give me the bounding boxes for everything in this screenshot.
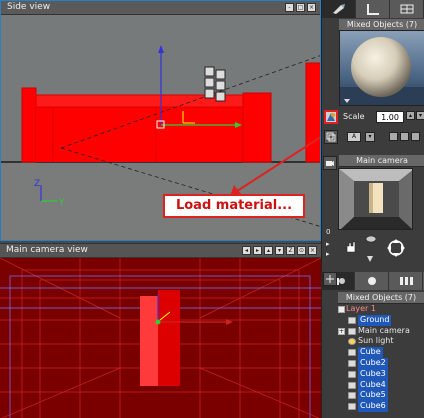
- camera-view-scene: [0, 258, 321, 418]
- tree-item-label: Cube3: [358, 368, 388, 380]
- tree-row-cube4[interactable]: Cube4: [338, 379, 424, 391]
- axis-z-label: Z: [34, 179, 40, 189]
- orbit-navigation-icon[interactable]: [386, 238, 406, 258]
- camera-header: Main camera: [339, 155, 424, 167]
- brush-icon: [332, 4, 345, 14]
- cube-icon: [348, 403, 356, 411]
- tree-item-label: Cube: [358, 347, 383, 358]
- red-scene-objects[interactable]: [21, 62, 320, 163]
- tree-item-label: Cube4: [358, 379, 388, 391]
- tree-row-layer-1[interactable]: Layer 1: [338, 304, 424, 315]
- cube-icon: [348, 392, 356, 400]
- camera-zoom-button[interactable]: Z: [286, 246, 295, 255]
- tab-rendering[interactable]: [390, 0, 424, 18]
- tree-row-cube5[interactable]: Cube5: [338, 390, 424, 402]
- tree-row-cube3[interactable]: Cube3: [338, 368, 424, 380]
- tree-row-sun-light[interactable]: Sun light: [338, 336, 424, 347]
- tree-expander[interactable]: [338, 306, 345, 313]
- grid-icon: [400, 4, 413, 14]
- scale-stepper-down[interactable]: ▾: [416, 111, 424, 120]
- tab-lights[interactable]: [355, 272, 389, 290]
- side-view-title: Side view: [7, 2, 51, 12]
- sun-icon: [348, 338, 356, 346]
- camera-view-canvas[interactable]: [0, 258, 321, 418]
- nav-step-icon[interactable]: ▸: [326, 240, 330, 248]
- filter-icon: [399, 277, 413, 285]
- camera-pan-right-button[interactable]: ▸: [253, 246, 262, 255]
- tree-item-label: Cube6: [358, 401, 388, 412]
- zoom-lens-icon[interactable]: [365, 233, 377, 245]
- nav-step-down-icon[interactable]: ▸: [326, 250, 330, 258]
- viewport-minimize-button[interactable]: -: [285, 3, 294, 12]
- tree-item-label: Main camera: [358, 325, 410, 335]
- load-material-icon: [326, 112, 336, 122]
- camera-pan-down-button[interactable]: ▾: [275, 246, 284, 255]
- load-material-callout: Load material...: [163, 194, 305, 218]
- tree-item-label: Layer 1: [346, 304, 376, 313]
- camera-view-title: Main camera view: [6, 245, 88, 255]
- light-icon: [367, 277, 376, 285]
- tree-row-cube[interactable]: Cube: [338, 347, 424, 358]
- material-preview[interactable]: [339, 30, 424, 106]
- camera-preview-scene: [339, 169, 412, 229]
- add-icon: [326, 275, 334, 283]
- camera-navigation: 0 ▸ ▸: [326, 228, 423, 272]
- side-view-titlebar: Side view - □ ×: [1, 1, 320, 15]
- tree-item-label: Sun light: [358, 336, 394, 346]
- add-object-button[interactable]: [323, 272, 337, 286]
- viewport-maximize-button[interactable]: □: [296, 3, 305, 12]
- cube-icon: [348, 370, 356, 378]
- cube-icon: [348, 349, 356, 357]
- scale-stepper-up[interactable]: ▴: [406, 111, 415, 120]
- camera-pan-up-button[interactable]: ▴: [264, 246, 273, 255]
- camera-render-button[interactable]: ⊙: [297, 246, 306, 255]
- hand-pan-icon[interactable]: [344, 240, 358, 254]
- camera-tool-button[interactable]: [323, 156, 337, 170]
- tree-row-main-camera[interactable]: + Main camera: [338, 326, 424, 337]
- tab-layout[interactable]: [356, 0, 390, 18]
- tree-item-label: Cube5: [358, 390, 388, 402]
- scale-row: Scale ▴ ▾: [339, 110, 424, 126]
- scale-label: Scale: [343, 112, 365, 121]
- a-button[interactable]: A: [347, 132, 361, 142]
- camera-preview[interactable]: [338, 168, 413, 230]
- load-material-button[interactable]: [324, 110, 338, 124]
- tree-row-cube2[interactable]: Cube2: [338, 357, 424, 369]
- scale-input[interactable]: [376, 111, 404, 123]
- material-option-1[interactable]: [389, 132, 398, 141]
- layout-icon: [366, 4, 379, 15]
- material-option-3[interactable]: [411, 132, 420, 141]
- ab-row: A ▾: [339, 130, 424, 144]
- ab-arrow-button[interactable]: ▾: [365, 132, 375, 142]
- tree-item-label: Ground: [358, 314, 392, 326]
- camera-view-titlebar: Main camera view ◂ ▸ ▴ ▾ Z ⊙ ×: [0, 244, 321, 258]
- copy-icon: [326, 132, 336, 142]
- viewport-close-button[interactable]: ×: [307, 3, 316, 12]
- camera-viewport[interactable]: Main camera view ◂ ▸ ▴ ▾ Z ⊙ ×: [0, 243, 321, 418]
- material-sphere: [340, 37, 424, 105]
- top-tabs: [322, 0, 424, 18]
- tab-materials[interactable]: [322, 0, 356, 18]
- nav-zero-label: 0: [326, 228, 331, 236]
- tree-row-cube6[interactable]: Cube6: [338, 401, 424, 412]
- camera-scene-object[interactable]: [140, 290, 180, 386]
- camera-close-button[interactable]: ×: [308, 246, 317, 255]
- camera-icon: [326, 161, 334, 166]
- camera-icon: [348, 327, 356, 335]
- cube-icon: [348, 381, 356, 389]
- move-down-icon[interactable]: [365, 254, 375, 264]
- tab-filters[interactable]: [389, 272, 423, 290]
- tree-expander[interactable]: +: [338, 327, 345, 335]
- object-icon: [348, 316, 356, 324]
- axis-y-label: Y: [58, 198, 65, 208]
- camera-pan-left-button[interactable]: ◂: [242, 246, 251, 255]
- material-tool-button[interactable]: [324, 130, 338, 144]
- object-tree: Layer 1 Ground + Main camera Sun light C…: [338, 304, 424, 418]
- tree-item-label: Cube2: [358, 357, 388, 369]
- cube-icon: [348, 359, 356, 367]
- material-option-2[interactable]: [400, 132, 409, 141]
- tree-row-ground[interactable]: Ground: [338, 314, 424, 326]
